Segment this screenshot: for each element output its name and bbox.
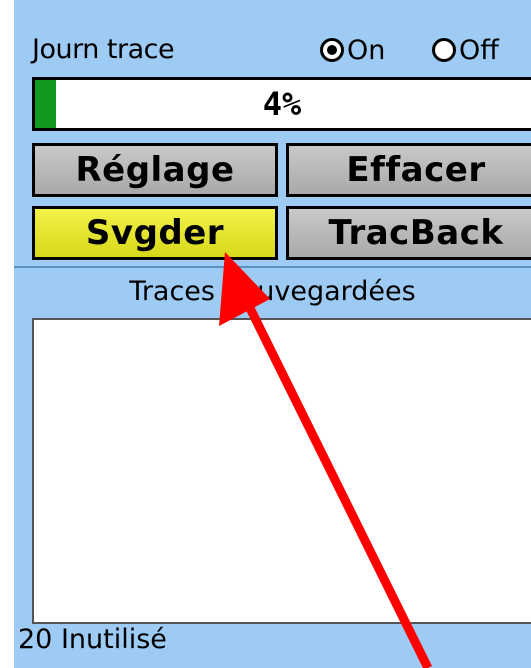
gps-screen: Journ trace On Off 4% Réglage Effacer Sv… [14, 0, 531, 668]
trackback-button[interactable]: TracBack [286, 206, 531, 260]
progress-percent: 4% [262, 85, 302, 123]
radio-selected-icon [320, 38, 344, 62]
setup-button[interactable]: Réglage [32, 143, 278, 197]
save-button[interactable]: Svgder [32, 206, 278, 260]
unused-count: 20 Inutilisé [18, 624, 167, 655]
saved-tracks-header: Traces Sauvegardées [14, 266, 531, 318]
on-radio[interactable]: On [320, 34, 386, 66]
off-radio[interactable]: Off [432, 34, 499, 66]
on-radio-label: On [347, 34, 386, 66]
clear-button[interactable]: Effacer [286, 143, 531, 197]
track-log-label: Journ trace [32, 34, 175, 65]
off-radio-label: Off [459, 34, 499, 66]
track-log-progress-bar: 4% [32, 77, 531, 131]
radio-empty-icon [432, 38, 456, 62]
saved-tracks-list[interactable] [32, 318, 531, 624]
